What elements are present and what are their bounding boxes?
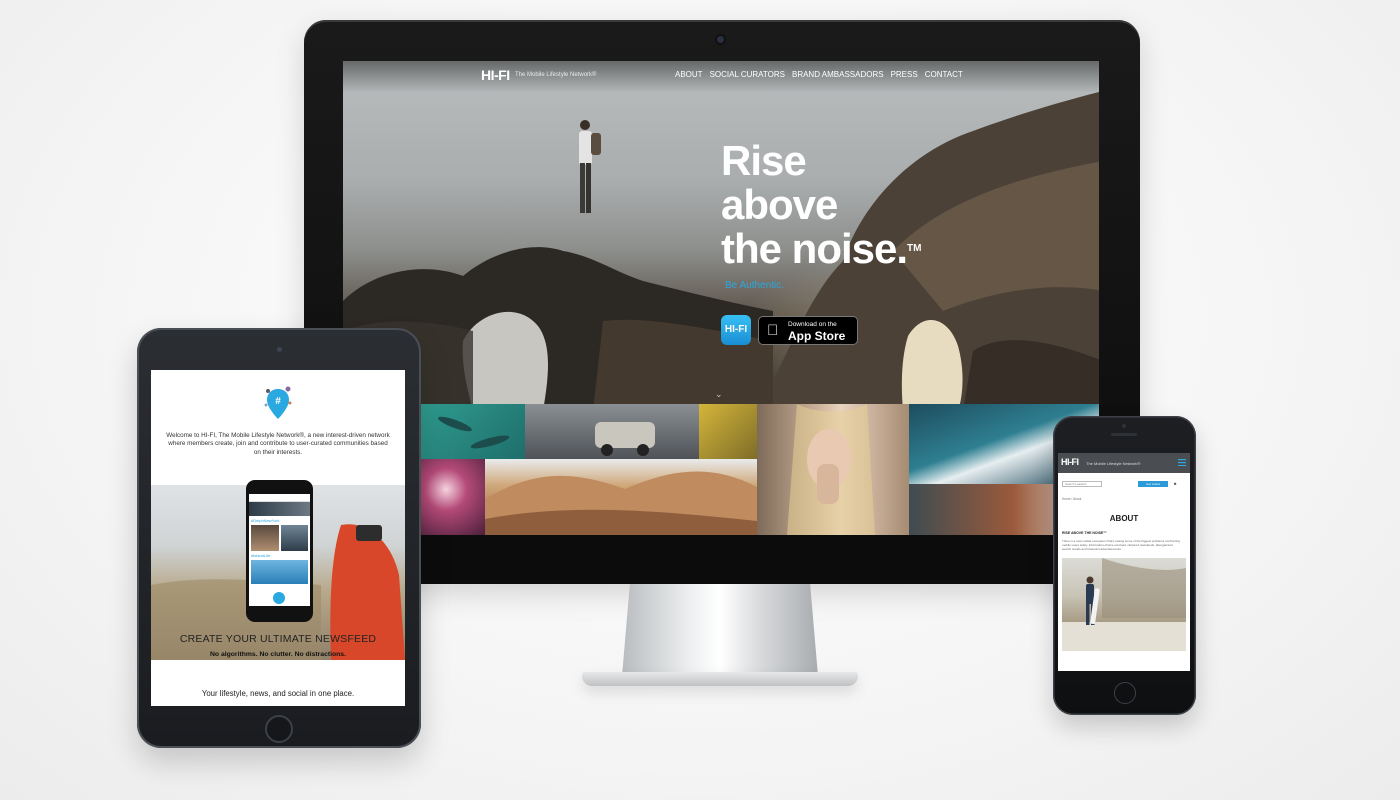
phone-surfer-photo [1062, 558, 1186, 651]
monitor-camera [717, 36, 724, 43]
inner-phone-tag-1[interactable]: #DelphNewYork [249, 516, 310, 525]
photo-autumn [699, 404, 757, 459]
nav-social-curators[interactable]: SOCIAL CURATORS [710, 70, 785, 79]
phone-camera [1122, 424, 1126, 428]
phone-speaker [1111, 433, 1137, 436]
surfer-shape [1062, 558, 1186, 651]
phone-home-button[interactable] [1114, 682, 1136, 704]
van-shape [595, 422, 655, 456]
phone-logo-tagline: The Mobile Lifestyle Network® [1086, 461, 1141, 466]
dolphin-shapes [438, 416, 510, 449]
tablet-lifestyle-text: Your lifestyle, news, and social in one … [201, 689, 355, 698]
phone-about-heading: ABOUT [1109, 514, 1139, 523]
photo-grid [420, 404, 1099, 535]
tablet-inner-phone-screen: #DelphNewYork #IslandLife [249, 494, 310, 606]
hashtag-pin-icon: # [264, 386, 292, 419]
hero-tagline: Be Authentic. [725, 280, 784, 291]
phone-breadcrumb: Home / About [1062, 497, 1082, 501]
headline-line-3: the noise.TM [721, 227, 922, 271]
inner-phone-photo-a [251, 525, 279, 551]
phone-body-text: There is a new mobile ecosystem that's r… [1062, 539, 1180, 551]
tablet-screen: # Welcome to HI-FI, The Mobile Lifestyle… [151, 370, 405, 706]
nav-press[interactable]: PRESS [891, 70, 918, 79]
scroll-down-chevron-icon[interactable]: ⌄ [715, 389, 723, 400]
photo-dolphins [420, 404, 525, 459]
tablet-no-algorithms: No algorithms. No clutter. No distractio… [210, 651, 346, 658]
tablet-welcome-text: Welcome to HI-FI, The Mobile Lifestyle N… [166, 432, 390, 456]
phone-search-input[interactable]: Search Leaderb [1062, 481, 1102, 487]
nav-contact[interactable]: CONTACT [925, 70, 963, 79]
desktop-logo-tagline: The Mobile Lifestyle Network® [515, 72, 597, 78]
headline-line-1: Rise [721, 137, 807, 184]
headline-line-3-text: the noise. [721, 225, 908, 272]
tablet-create-heading: CREATE YOUR ULTIMATE NEWSFEED [179, 633, 377, 645]
phone-logo[interactable]: HI-FI [1061, 457, 1079, 467]
monitor-base [582, 672, 858, 686]
hifi-app-icon[interactable]: HI-FI [721, 315, 751, 345]
inner-phone-photo-row [249, 525, 310, 551]
phone-get-listed-button[interactable]: Get Listed [1138, 481, 1168, 487]
apple-icon:  [767, 322, 778, 339]
headline-line-2: above [721, 181, 838, 228]
hamburger-menu-icon[interactable] [1178, 459, 1186, 466]
tablet-camera [277, 347, 282, 352]
desktop-logo[interactable]: HI-FI [481, 67, 510, 83]
trademark-mark: TM [907, 243, 922, 254]
inner-phone-photo-c [251, 560, 308, 584]
phone-rise-label: RISE ABOVE THE NOISE™ [1062, 531, 1107, 535]
desktop-nav: ABOUT SOCIAL CURATORS BRAND AMBASSADORS … [675, 70, 963, 79]
phone-user-icon[interactable]: ☻ [1173, 481, 1177, 486]
inner-phone-feed-photo-1 [249, 502, 310, 516]
app-store-button[interactable]:  Download on the App Store [758, 316, 858, 345]
desert-hills [485, 471, 757, 535]
photo-woman-praying [757, 404, 909, 535]
phone-screen: HI-FI The Mobile Lifestyle Network® Sear… [1058, 453, 1190, 671]
photo-van [525, 404, 699, 459]
monitor-chin [304, 540, 1140, 584]
woman-shape [787, 404, 875, 535]
desktop-screen: HI-FI The Mobile Lifestyle Network® ABOU… [343, 61, 1099, 535]
monitor-stand [622, 584, 818, 676]
photo-concert [420, 459, 485, 535]
inner-phone-header [249, 494, 310, 502]
svg-text:#: # [275, 396, 281, 407]
inner-phone-tag-2[interactable]: #IslandLife [249, 551, 310, 560]
inner-phone-fab-button[interactable] [273, 592, 285, 604]
hero-headline: Rise above the noise.TM [721, 139, 922, 271]
nav-brand-ambassadors[interactable]: BRAND AMBASSADORS [792, 70, 884, 79]
app-store-big-text: App Store [788, 329, 846, 343]
nav-about[interactable]: ABOUT [675, 70, 703, 79]
photo-desert [485, 459, 757, 535]
app-store-small-text: Download on the [788, 321, 837, 328]
tablet-home-button[interactable] [265, 715, 293, 743]
hiker-figure [579, 120, 601, 213]
inner-phone-photo-b [280, 525, 308, 551]
